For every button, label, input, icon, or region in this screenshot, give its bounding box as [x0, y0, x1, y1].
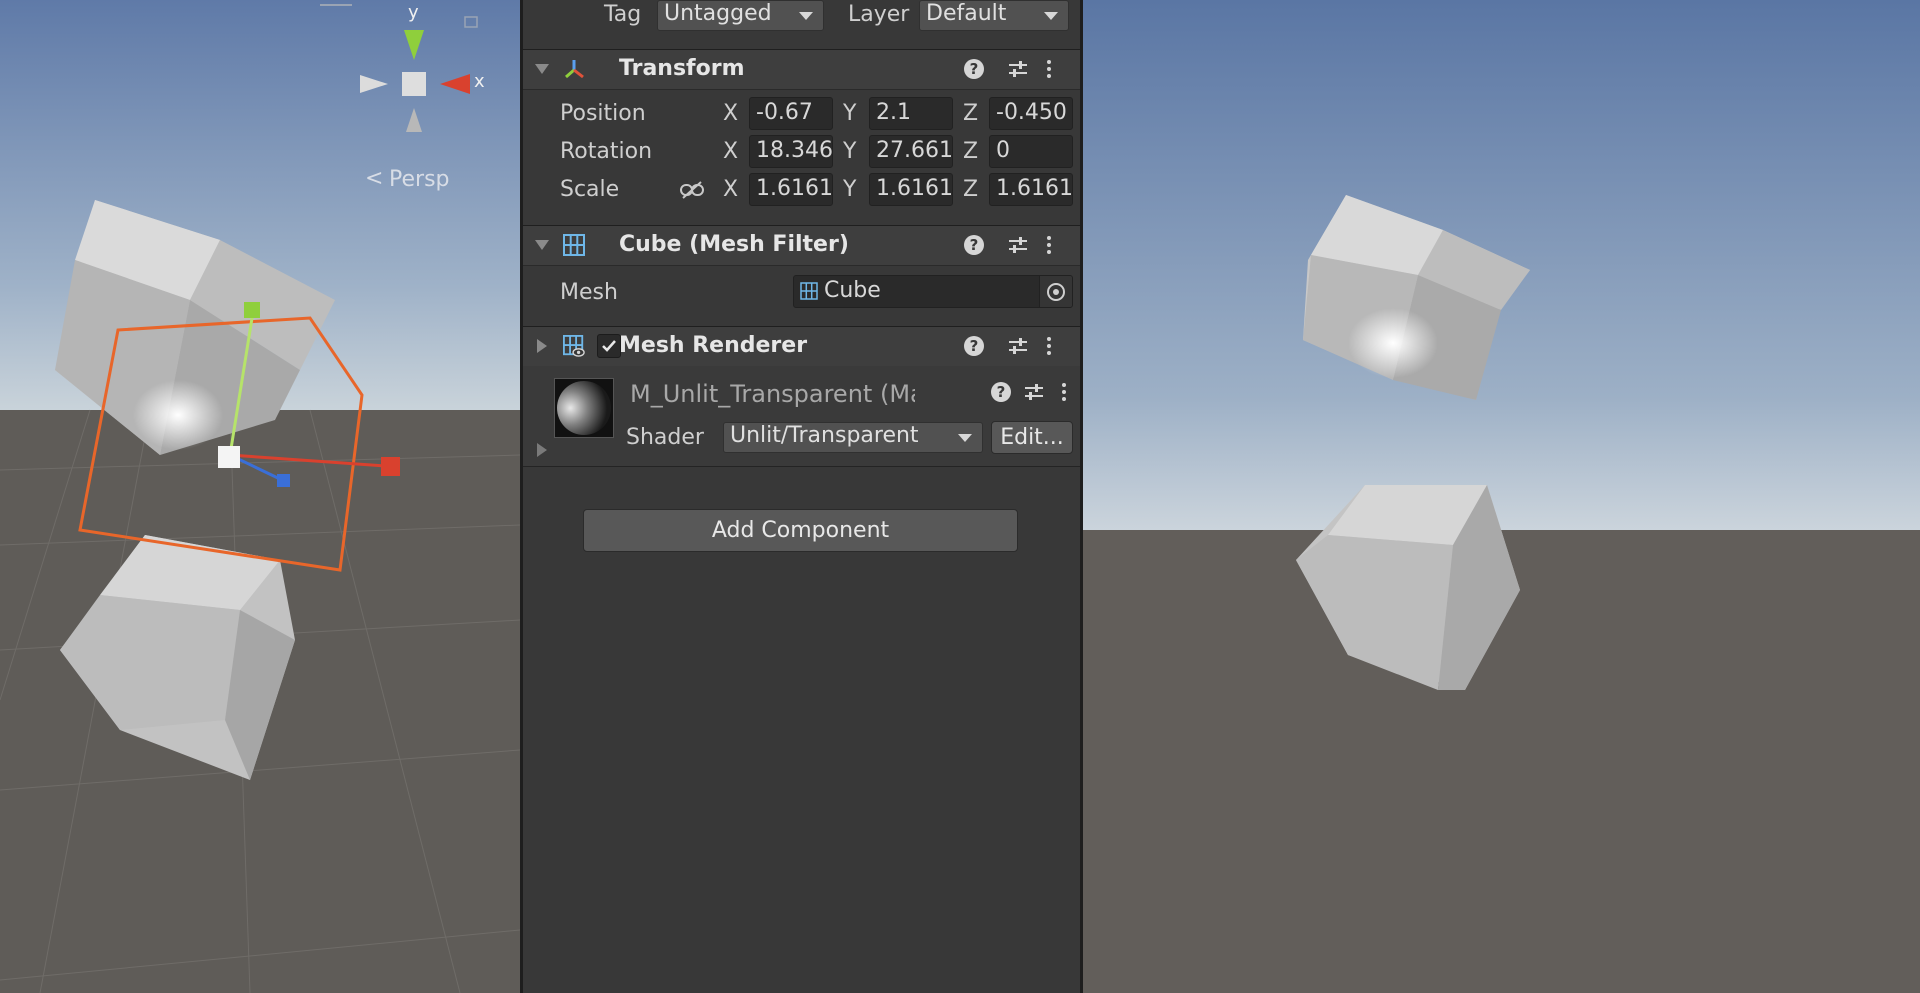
- center-handle[interactable]: [218, 446, 240, 468]
- mesh-renderer-icon: [563, 335, 585, 357]
- foldout-arrow-icon[interactable]: [535, 240, 549, 250]
- mesh-object-field[interactable]: Cube: [793, 275, 1073, 308]
- edit-shader-label: Edit...: [1000, 425, 1064, 450]
- inspector-panel: Tag Untagged Layer Default Transform ? P…: [520, 0, 1083, 993]
- shader-value: Unlit/Transparent: [730, 423, 919, 448]
- tag-dropdown[interactable]: Untagged: [657, 0, 824, 31]
- rotation-label: Rotation: [560, 139, 653, 164]
- position-y-axis-label[interactable]: Y: [843, 101, 856, 126]
- help-icon[interactable]: ?: [991, 382, 1011, 402]
- transform-header[interactable]: Transform ?: [523, 49, 1080, 90]
- rotation-y-field[interactable]: 27.661: [869, 135, 953, 168]
- scale-z-axis-label[interactable]: Z: [963, 177, 978, 202]
- mesh-filter-header[interactable]: Cube (Mesh Filter) ?: [523, 225, 1080, 266]
- layer-dropdown[interactable]: Default: [919, 0, 1069, 31]
- mesh-filter-icon: [563, 234, 585, 256]
- material-preview-thumbnail[interactable]: [554, 378, 614, 438]
- kebab-menu-icon[interactable]: [1038, 335, 1060, 357]
- tag-value: Untagged: [664, 1, 772, 26]
- mesh-label: Mesh: [560, 280, 618, 305]
- position-x-axis-label[interactable]: X: [723, 101, 738, 126]
- mesh-icon: [800, 282, 818, 300]
- mesh-filter-title: Cube (Mesh Filter): [619, 232, 849, 257]
- presets-icon[interactable]: [1007, 335, 1029, 357]
- foldout-arrow-icon[interactable]: [537, 339, 547, 353]
- presets-icon[interactable]: [1007, 234, 1029, 256]
- rotation-z-field[interactable]: 0: [989, 135, 1073, 168]
- checkmark-icon: [602, 340, 616, 352]
- shader-dropdown[interactable]: Unlit/Transparent: [723, 422, 983, 453]
- scene-view[interactable]: y x < Persp: [0, 0, 520, 993]
- scale-x-field[interactable]: 1.61611: [749, 173, 833, 206]
- rotation-x-field[interactable]: 18.346: [749, 135, 833, 168]
- y-axis-handle[interactable]: [244, 302, 260, 318]
- persp-label[interactable]: Persp: [389, 167, 450, 192]
- help-icon[interactable]: ?: [964, 336, 984, 356]
- object-picker-icon[interactable]: [1039, 276, 1072, 307]
- gizmo-y-label: y: [408, 2, 419, 23]
- tag-label: Tag: [604, 2, 642, 27]
- rotation-x-axis-label[interactable]: X: [723, 139, 738, 164]
- add-component-button[interactable]: Add Component: [583, 509, 1018, 552]
- position-z-axis-label[interactable]: Z: [963, 101, 978, 126]
- mesh-renderer-title: Mesh Renderer: [619, 333, 808, 358]
- gizmo-center-cube[interactable]: [402, 72, 426, 96]
- material-foldout-arrow-icon[interactable]: [537, 443, 547, 457]
- mesh-value: Cube: [824, 278, 881, 303]
- layer-value: Default: [926, 1, 1007, 26]
- game-view[interactable]: [1083, 0, 1920, 993]
- shader-label: Shader: [626, 425, 704, 450]
- transform-icon: [565, 60, 584, 79]
- rotation-z-axis-label[interactable]: Z: [963, 139, 978, 164]
- scale-y-axis-label[interactable]: Y: [843, 177, 856, 202]
- material-name: M_Unlit_Transparent (Materia: [630, 380, 915, 408]
- foldout-arrow-icon[interactable]: [535, 64, 549, 74]
- layer-label: Layer: [848, 2, 910, 27]
- kebab-menu-icon[interactable]: [1038, 234, 1060, 256]
- scene-viewport[interactable]: [0, 0, 520, 993]
- edit-shader-button[interactable]: Edit...: [991, 421, 1073, 454]
- mesh-renderer-enabled-checkbox[interactable]: [597, 334, 621, 358]
- z-axis-handle[interactable]: [277, 474, 290, 487]
- position-x-field[interactable]: -0.67: [749, 97, 833, 130]
- help-icon[interactable]: ?: [964, 59, 984, 79]
- scale-z-field[interactable]: 1.61611: [989, 173, 1073, 206]
- position-y-field[interactable]: 2.1: [869, 97, 953, 130]
- gizmo-x-label: x: [474, 71, 485, 92]
- help-icon[interactable]: ?: [964, 235, 984, 255]
- rotation-y-axis-label[interactable]: Y: [843, 139, 856, 164]
- presets-icon[interactable]: [1007, 58, 1029, 80]
- chevron-down-icon: [799, 12, 813, 20]
- presets-icon[interactable]: [1023, 381, 1045, 403]
- scale-x-axis-label[interactable]: X: [723, 177, 738, 202]
- position-label: Position: [560, 101, 646, 126]
- transform-title: Transform: [619, 56, 745, 81]
- kebab-menu-icon[interactable]: [1038, 58, 1060, 80]
- kebab-menu-icon[interactable]: [1053, 381, 1075, 403]
- mesh-renderer-header[interactable]: Mesh Renderer ?: [523, 326, 1080, 367]
- unlink-scale-icon[interactable]: [679, 180, 705, 200]
- material-section: M_Unlit_Transparent (Materia ? Shader Un…: [523, 366, 1080, 467]
- chevron-down-icon: [1044, 12, 1058, 20]
- scale-label: Scale: [560, 177, 620, 202]
- game-viewport[interactable]: [1083, 0, 1920, 993]
- add-component-label: Add Component: [711, 518, 890, 543]
- scale-y-field[interactable]: 1.61611: [869, 173, 953, 206]
- position-z-field[interactable]: -0.450: [989, 97, 1073, 130]
- x-axis-handle[interactable]: [381, 457, 400, 476]
- chevron-down-icon: [958, 434, 972, 442]
- persp-chevron-icon[interactable]: <: [365, 166, 383, 191]
